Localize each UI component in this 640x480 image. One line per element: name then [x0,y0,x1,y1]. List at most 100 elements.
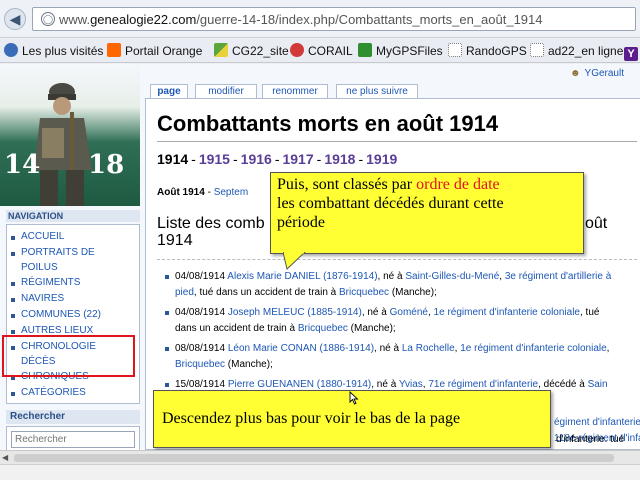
birthplace-link[interactable]: La Rochelle [402,343,455,354]
place-link[interactable]: Bricquebec [175,359,225,370]
bookmark-randogps[interactable]: RandoGPS [448,43,527,59]
callout-text-highlight: ordre de date [416,176,500,193]
entry-text: , tué [580,307,600,318]
soldier-link[interactable]: Pierre GUENANEN (1880-1914) [228,379,371,390]
birthplace-link[interactable]: Goméné [390,307,428,318]
bookmark-les-plus-visites[interactable]: Les plus visités [4,43,103,59]
page-icon [448,43,462,57]
year-link-1916[interactable]: 1916 [241,151,272,167]
site-logo[interactable]: 14 18 [0,64,140,206]
list-bullet [11,236,15,240]
tab-renommer[interactable]: renommer [262,84,328,98]
bookmark-cg22-site[interactable]: CG22_site [214,43,289,59]
year-links: 1914-1915-1916-1917-1918-1919 [157,151,397,167]
tooltip-callout-sorting: Puis, sont classés par ordre de date les… [270,172,584,254]
year-link-1917[interactable]: 1917 [282,151,313,167]
sidebar-item-categories[interactable]: Catégories [21,385,86,400]
user-icon: ☻ [570,68,581,79]
orange-logo-icon [107,43,121,57]
page-title: Combattants morts en août 1914 [157,111,499,136]
birthplace-link[interactable]: Yvias [399,379,423,390]
soldier-link[interactable]: Joseph MELEUC (1885-1914) [228,307,362,318]
list-item: 04/08/1914 Joseph MELEUC (1885-1914), né… [163,305,640,337]
cg22-icon [214,43,228,57]
sidebar-item-accueil[interactable]: Accueil [21,229,64,244]
regiment-link-cont[interactable]: pied [175,287,194,298]
callout-text: les combattant décédés durant cette [277,195,504,212]
back-button[interactable]: ◀ [4,8,26,30]
page-icon [530,43,544,57]
url-prefix: www. [59,12,91,27]
entry-text: , né à [377,271,406,282]
year-separator: - [358,151,364,167]
title-divider [157,141,637,142]
entry-text: (Manche); [225,359,273,370]
soldier-icon [34,83,92,206]
sidebar-item-portraits[interactable]: Portraits de [21,245,95,260]
tab-ne-plus-suivre[interactable]: ne plus suivre [336,84,418,98]
scroll-left-arrow-icon[interactable]: ◀ [2,453,8,462]
list-item: 08/08/1914 Léon Marie CONAN (1886-1914),… [163,341,640,373]
section-heading-year: 1914 [157,232,193,249]
month-separator: - [204,187,214,198]
year-link-1919[interactable]: 1919 [366,151,397,167]
corail-icon [290,43,304,57]
list-bullet [11,330,15,334]
navigation-panel: Accueil Portraits de poilus Régiments Na… [6,224,140,404]
list-bullet [11,282,15,286]
list-bullet [11,314,15,318]
search-input[interactable] [11,431,135,448]
soldier-link[interactable]: Léon Marie CONAN (1886-1914) [228,343,374,354]
place-link[interactable]: Sain [588,379,608,390]
place-link[interactable]: Bricquebec [298,323,348,334]
sidebar-item-communes[interactable]: Communes (22) [21,307,101,322]
pointer-cursor-icon [349,391,359,405]
bookmark-label: CORAIL [308,44,353,58]
year-link-1915[interactable]: 1915 [199,151,230,167]
entry-text: (Manche); [389,287,437,298]
entry-date: 15/08/1914 [175,379,226,390]
list-bullet [11,392,15,396]
regiment-link[interactable]: 71e régiment d'infanterie [428,379,538,390]
entry-date: 04/08/1914 [175,307,226,318]
death-list: 04/08/1914 Alexis Marie DANIEL (1876-191… [163,269,640,397]
regiment-link[interactable]: 1e régiment d'infanterie coloniale [434,307,580,318]
search-heading: Rechercher [6,410,140,424]
scrollbar-thumb[interactable] [14,454,614,462]
tab-page[interactable]: page [150,84,188,98]
sidebar-item-regiments[interactable]: Régiments [21,275,80,290]
month-current: Août 1914 [157,187,205,198]
year-separator: - [316,151,322,167]
horizontal-scrollbar[interactable]: ◀ [0,450,640,464]
bookmark-label: RandoGPS [466,44,527,58]
regiment-link-fragment[interactable]: égiment d'infanterie, [554,417,640,428]
entry-text: , tué dans un accident de train à [193,287,340,298]
regiment-link[interactable]: 3e régiment d'artillerie à [505,271,611,282]
year-link-1918[interactable]: 1918 [324,151,355,167]
regiment-link[interactable]: 1e régiment d'infanterie coloniale [460,343,606,354]
logo-year-start: 14 [4,150,41,180]
birthplace-link[interactable]: Saint-Gilles-du-Mené [405,271,499,282]
month-link-next[interactable]: Septem [214,187,248,198]
list-bullet [11,298,15,302]
soldier-link[interactable]: Alexis Marie DANIEL (1876-1914) [227,271,377,282]
sidebar-item-navires[interactable]: Navires [21,291,64,306]
user-link[interactable]: ☻ YGerault [570,68,624,79]
bookmark-mygpsfiles[interactable]: MyGPSFiles [358,43,443,59]
section-heading-start: Liste des comb [157,215,265,232]
month-links: Août 1914 - Septem [157,187,248,198]
bookmark-corail[interactable]: CORAIL [290,43,353,59]
url-path: /guerre-14-18/index.php/Combattants_mort… [196,12,543,27]
list-bullet [11,252,15,256]
bookmark-yahoo[interactable]: Y [624,43,640,61]
tab-modifier[interactable]: modifier [195,84,257,98]
user-name: YGerault [584,68,624,79]
place-link[interactable]: Bricquebec [339,287,389,298]
sidebar-item-portraits-cont[interactable]: poilus [21,260,58,275]
bookmark-portail-orange[interactable]: Portail Orange [107,43,202,59]
url-domain: genealogie22.com [90,12,197,27]
bookmark-ad22-en-ligne[interactable]: ad22_en ligne [530,43,623,59]
url-field[interactable]: ◯ www.genealogie22.com/guerre-14-18/inde… [32,7,636,31]
entry-text: , né à [371,379,399,390]
url-text: www.genealogie22.com/guerre-14-18/index.… [59,12,543,27]
